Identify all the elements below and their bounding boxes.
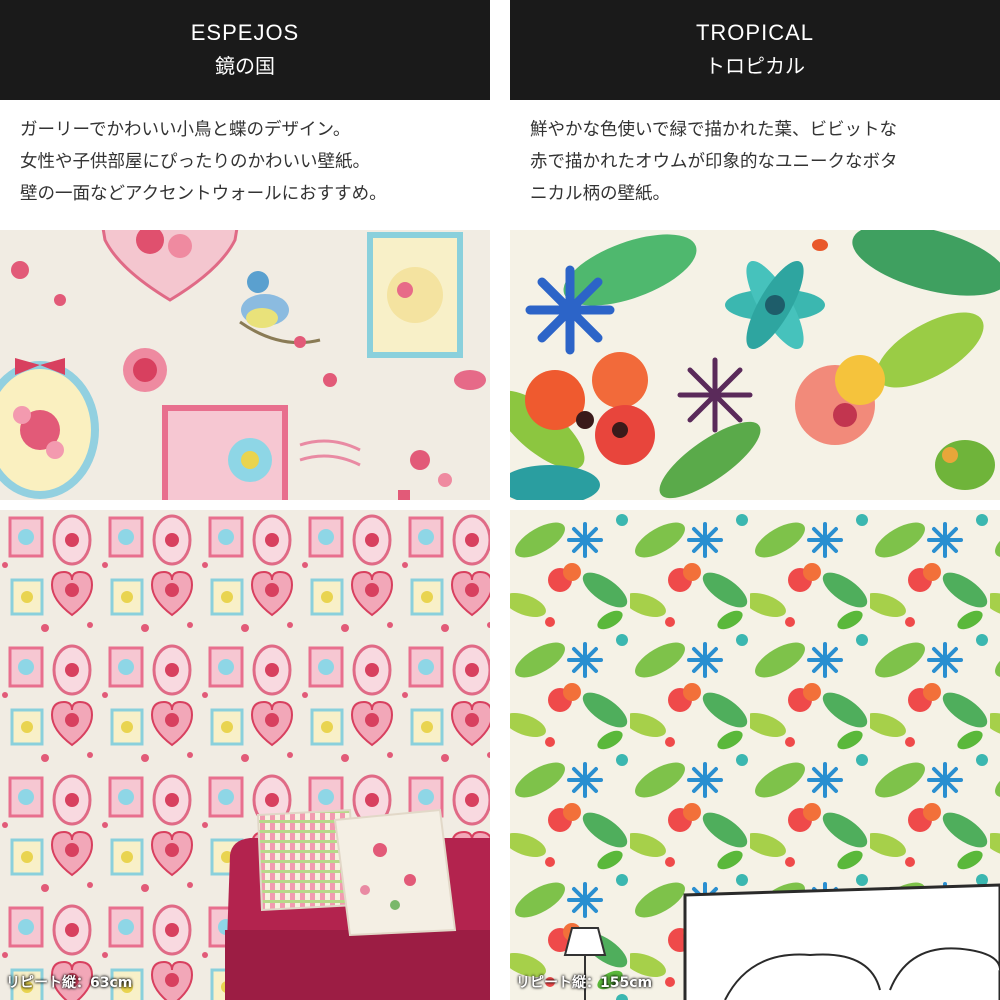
espejos-description-line: 女性や子供部屋にぴったりのかわいい壁紙。 [20,152,370,172]
tropical-description-line: ニカル柄の壁紙。 [530,184,670,204]
tropical-description-line: 赤で描かれたオウムが印象的なユニークなボタ [530,152,898,172]
espejos-column: ESPEJOS 鏡の国 ガーリーでかわいい小鳥と蝶のデザイン。 女性や子供部屋に… [0,0,490,1000]
espejos-description-line: 壁の一面などアクセントウォールにおすすめ。 [20,184,387,204]
tropical-header: TROPICAL トロピカル [510,0,1000,100]
espejos-title-en: ESPEJOS [190,20,300,45]
espejos-repeat-label: リピート縦：63cm [6,975,133,991]
tropical-title-jp: トロピカル [705,54,805,78]
tropical-closeup-image [510,230,1000,500]
tropical-column: TROPICAL トロピカル 鮮やかな色使いで緑で描かれた葉、ビビットな 赤で描… [510,0,1000,1000]
tropical-repeat-label: リピート縦：155cm [516,975,653,991]
tropical-room-image: リピート縦：155cm [510,510,1000,1000]
tropical-title-en: TROPICAL [695,20,815,45]
espejos-title-jp: 鏡の国 [215,54,275,78]
espejos-description: ガーリーでかわいい小鳥と蝶のデザイン。 女性や子供部屋にぴったりのかわいい壁紙。… [0,100,490,230]
espejos-room-image: リピート縦：63cm [0,510,490,1000]
espejos-header: ESPEJOS 鏡の国 [0,0,490,100]
tropical-description-line: 鮮やかな色使いで緑で描かれた葉、ビビットな [530,120,897,140]
espejos-closeup-image [0,230,490,500]
espejos-description-line: ガーリーでかわいい小鳥と蝶のデザイン。 [20,120,351,140]
tropical-description: 鮮やかな色使いで緑で描かれた葉、ビビットな 赤で描かれたオウムが印象的なユニーク… [510,100,1000,230]
